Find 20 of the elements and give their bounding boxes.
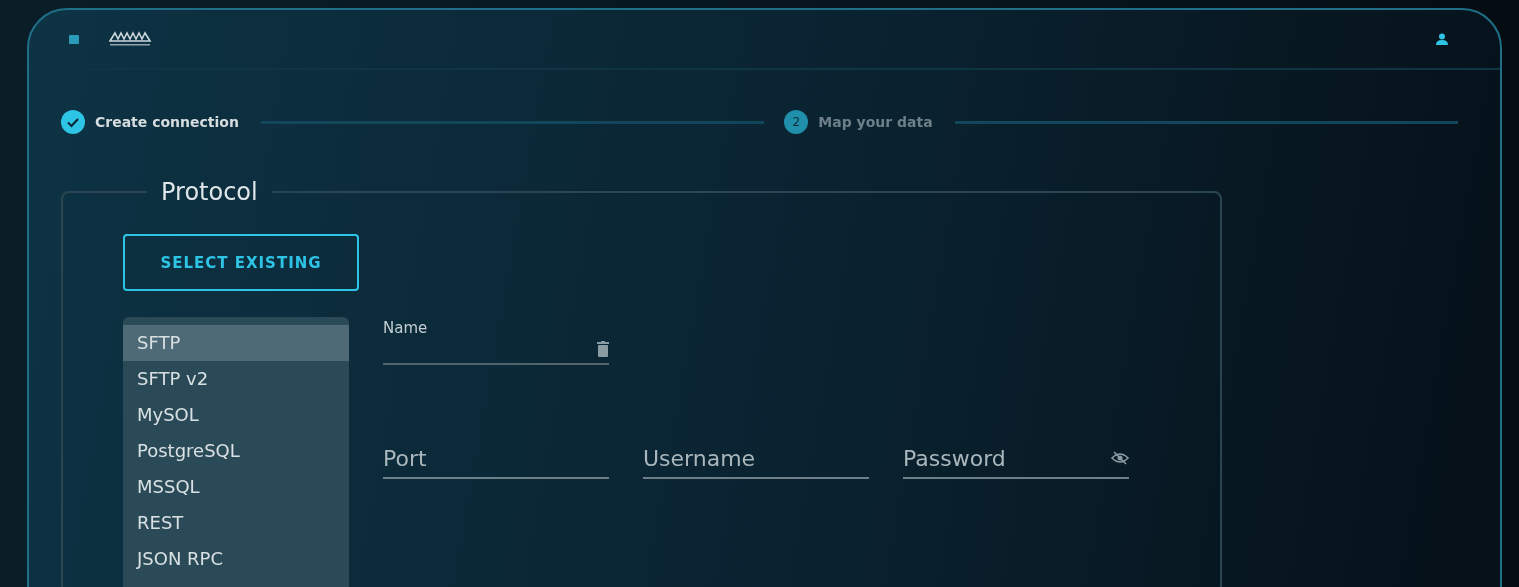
protocol-option[interactable]: MySOL: [123, 397, 349, 433]
eye-off-icon[interactable]: [1111, 451, 1129, 465]
name-field[interactable]: Name: [383, 319, 609, 365]
panel-title: Protocol: [160, 178, 259, 206]
input-field[interactable]: Username: [643, 439, 869, 479]
menu-icon[interactable]: [69, 34, 79, 44]
select-existing-button[interactable]: SELECT EXISTING: [123, 234, 359, 291]
input-field[interactable]: Port: [383, 439, 609, 479]
protocol-option[interactable]: SFTP v2: [123, 361, 349, 397]
trash-icon[interactable]: [597, 341, 609, 357]
step-label: Create connection: [95, 114, 239, 130]
protocol-option[interactable]: REST: [123, 505, 349, 541]
protocol-option[interactable]: SFTP: [123, 325, 349, 361]
step-number: 2: [784, 110, 809, 134]
protocol-option[interactable]: MSSQL: [123, 469, 349, 505]
protocol-option[interactable]: JSON RPC: [123, 541, 349, 577]
user-icon[interactable]: [1436, 33, 1448, 45]
protocol-option[interactable]: PostgreSQL: [123, 433, 349, 469]
step-label: Map your data: [818, 114, 933, 130]
password-field[interactable]: Password: [903, 439, 1129, 479]
